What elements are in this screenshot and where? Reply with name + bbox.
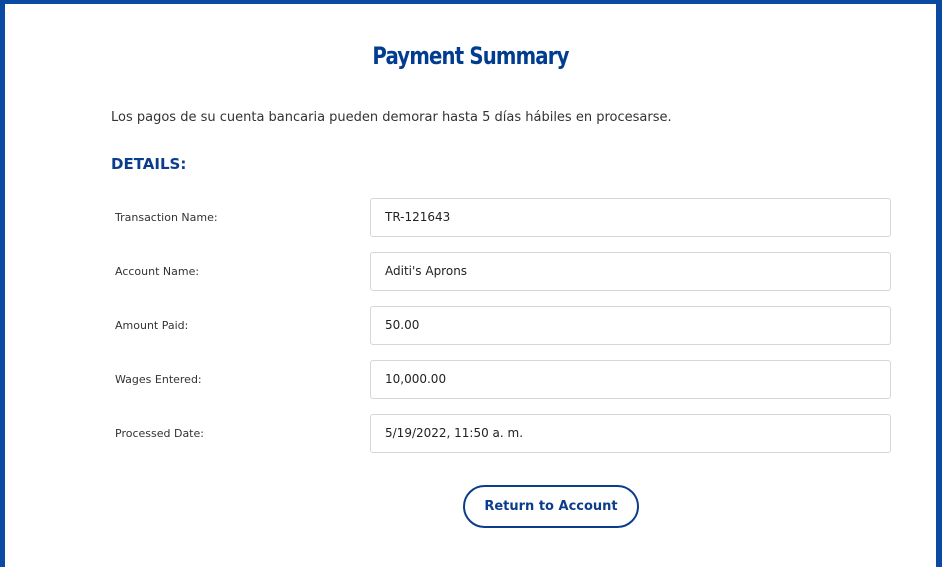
payment-summary-panel: Payment Summary Los pagos de su cuenta b… — [0, 0, 942, 567]
account-name-field: Aditi's Aprons — [370, 252, 891, 291]
wages-entered-field: 10,000.00 — [370, 360, 891, 399]
transaction-name-field: TR-121643 — [370, 198, 891, 237]
transaction-name-label: Transaction Name: — [115, 211, 218, 224]
amount-paid-label: Amount Paid: — [115, 319, 189, 332]
page-title: Payment Summary — [372, 42, 569, 70]
processed-date-field: 5/19/2022, 11:50 a. m. — [370, 414, 891, 453]
wages-entered-label: Wages Entered: — [115, 373, 202, 386]
details-heading: DETAILS: — [111, 155, 187, 173]
processing-notice: Los pagos de su cuenta bancaria pueden d… — [111, 110, 672, 125]
processed-date-label: Processed Date: — [115, 427, 204, 440]
account-name-label: Account Name: — [115, 265, 200, 278]
amount-paid-field: 50.00 — [370, 306, 891, 345]
return-to-account-button[interactable]: Return to Account — [463, 485, 639, 528]
